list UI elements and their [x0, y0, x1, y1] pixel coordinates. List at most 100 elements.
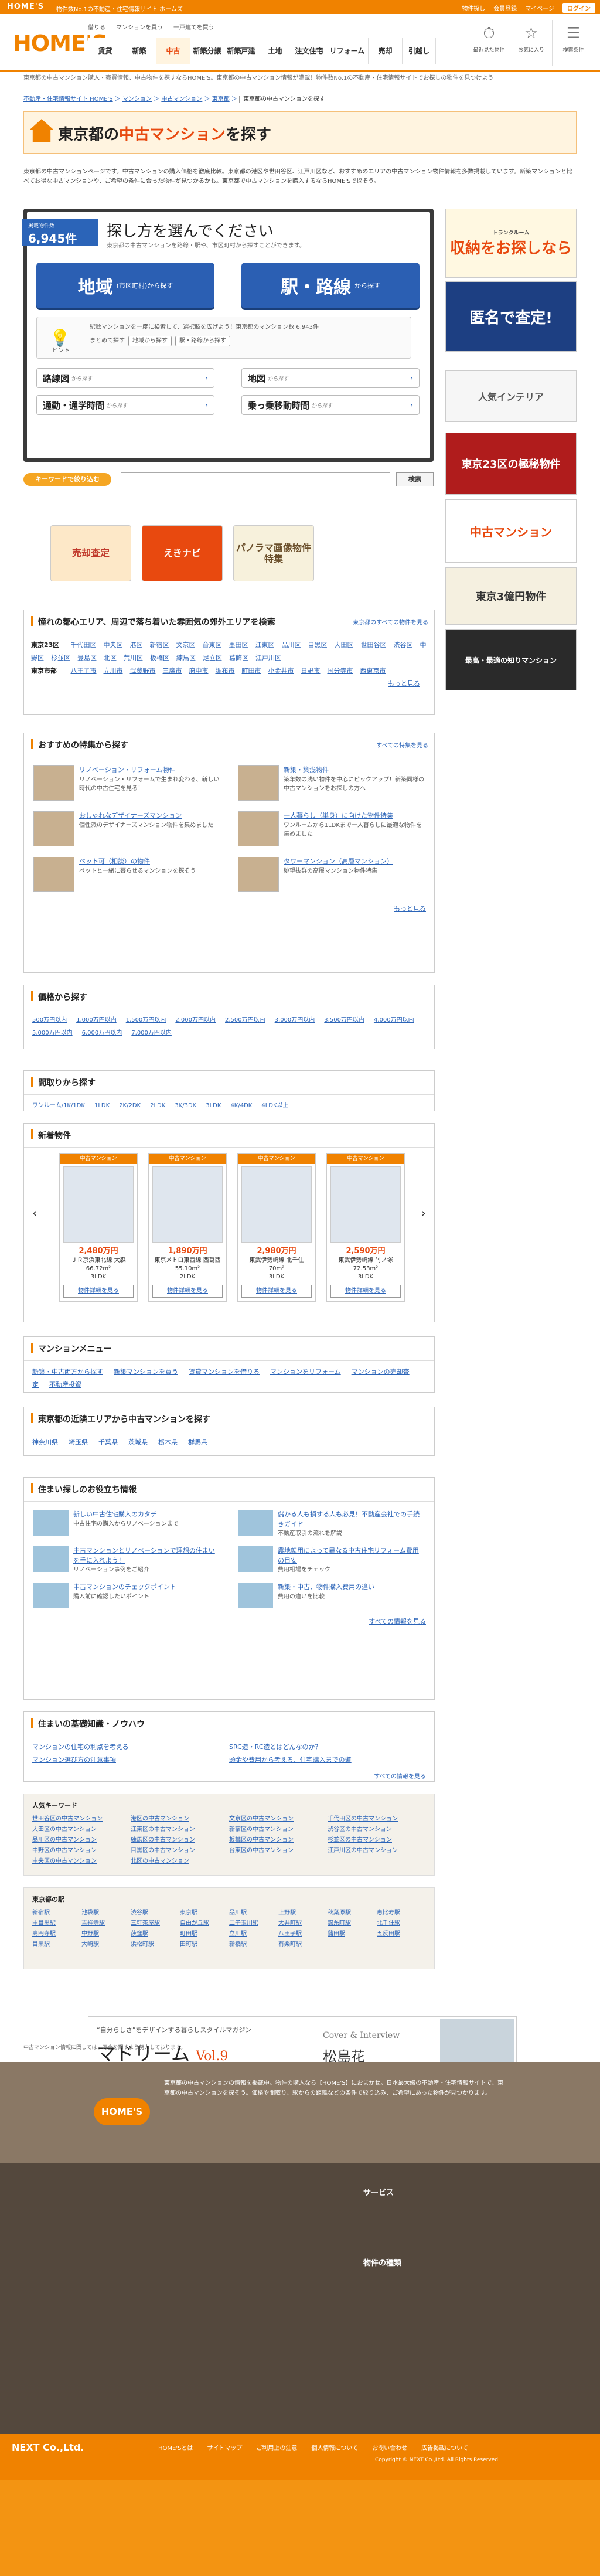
feature-title[interactable]: タワーマンション（高層マンション） — [284, 857, 393, 867]
station-link[interactable]: 品川駅 — [229, 1908, 268, 1918]
keyword-search-button[interactable]: 検索 — [396, 472, 434, 486]
nav-land[interactable]: 土地 — [258, 38, 292, 64]
property-card[interactable]: 中古マンション 2,980万円 東武伊勢崎線 北千住 70m² 3LDK 物件詳細を見る — [237, 1153, 316, 1302]
saved-search-button[interactable]: ☰ 検索条件 — [552, 20, 594, 66]
info-item[interactable]: 新しい中古住宅購入のカタチ 中古住宅の購入からリノベーションまで — [33, 1510, 220, 1538]
area-link[interactable]: 江戸川区 — [255, 654, 281, 662]
keyword-link[interactable]: 北区の中古マンション — [131, 1856, 219, 1867]
keyword-input[interactable] — [121, 472, 390, 486]
area-link[interactable]: 中央区 — [104, 641, 123, 649]
feature-item[interactable]: おしゃれなデザイナーズマンション 個性派のデザイナーズマンション物件を集めました — [33, 811, 220, 850]
madori-link[interactable]: 4LDK以上 — [261, 1102, 288, 1109]
area-link[interactable]: 渋谷区 — [394, 641, 413, 649]
nav-new-house[interactable]: 新築戸建 — [224, 38, 258, 64]
madori-link[interactable]: 3K/3DK — [175, 1102, 196, 1109]
area-link[interactable]: 八王子市 — [71, 667, 97, 675]
feature-more-link[interactable]: すべての特集を見る — [376, 740, 428, 749]
useful-more-link[interactable]: すべての情報を見る — [369, 1618, 426, 1625]
station-link[interactable]: 五反田駅 — [377, 1929, 415, 1939]
area-link[interactable]: 豊島区 — [77, 654, 97, 662]
side-banner-23ku[interactable]: 東京23区の極秘物件 — [445, 433, 577, 495]
price-link[interactable]: 2,000万円以内 — [175, 1017, 216, 1023]
feature-item[interactable]: リノベーション・リフォーム物件 リノベーション・リフォームで生まれ変わる、新しい時… — [33, 765, 220, 804]
nearby-link[interactable]: 栃木県 — [158, 1438, 178, 1446]
info-item[interactable]: 中古マンションのチェックポイント 購入前に確認したいポイント — [33, 1583, 220, 1608]
feature-title[interactable]: 一人暮らし（単身）に向けた物件特集 — [284, 811, 425, 821]
station-link[interactable]: 荻窪駅 — [131, 1929, 169, 1939]
area-link[interactable]: 千代田区 — [71, 641, 97, 649]
area-link[interactable]: 調布市 — [216, 667, 235, 675]
breadcrumb-item[interactable]: マンション — [122, 96, 152, 103]
keyword-link[interactable]: 品川区の中古マンション — [32, 1835, 120, 1846]
area-link[interactable]: 北区 — [104, 654, 117, 662]
menu-link[interactable]: 賃貸マンションを借りる — [189, 1368, 260, 1376]
banner-panorama[interactable]: パノラマ画像物件特集 — [233, 525, 314, 581]
area-link[interactable]: 新宿区 — [150, 641, 169, 649]
keyword-link[interactable]: 世田谷区の中古マンション — [32, 1814, 120, 1825]
area-link[interactable]: 小金井市 — [268, 667, 294, 675]
area-link[interactable]: 立川市 — [104, 667, 123, 675]
area-link[interactable]: 練馬区 — [176, 654, 196, 662]
area-more-button[interactable]: もっと見る — [388, 680, 420, 688]
station-link[interactable]: 町田駅 — [180, 1929, 219, 1939]
search-by-route-map[interactable]: 路線図 から探す › — [36, 368, 214, 388]
feature-title[interactable]: リノベーション・リフォーム物件 — [79, 765, 220, 775]
property-detail-button[interactable]: 物件詳細を見る — [241, 1284, 312, 1298]
feature-title[interactable]: おしゃれなデザイナーズマンション — [79, 811, 213, 821]
station-link[interactable]: 上野駅 — [278, 1908, 317, 1918]
madori-link[interactable]: ワンルーム/1K/1DK — [32, 1102, 85, 1109]
keyword-link[interactable]: 杉並区の中古マンション — [328, 1835, 415, 1846]
area-link[interactable]: 大田区 — [335, 641, 354, 649]
station-link[interactable]: 八王子駅 — [278, 1929, 317, 1939]
feature-item[interactable]: 新築・築浅物件 築年数の浅い物件を中心にピックアップ！新築同様の中古マンションをお… — [238, 765, 425, 804]
feature-more-button[interactable]: もっと見る — [394, 905, 426, 913]
property-detail-button[interactable]: 物件詳細を見る — [63, 1284, 134, 1298]
nav-sell[interactable]: 売却 — [368, 38, 402, 64]
area-link[interactable]: 国分寺市 — [328, 667, 353, 675]
knowhow-link[interactable]: SRC造・RC造とはどんなのか？ — [229, 1741, 415, 1754]
station-link[interactable]: 浜松町駅 — [131, 1939, 169, 1950]
station-link[interactable]: 東京駅 — [180, 1908, 219, 1918]
nav-reform[interactable]: リフォーム — [326, 38, 368, 64]
nearby-link[interactable]: 埼玉県 — [69, 1438, 88, 1446]
keyword-link[interactable]: 目黒区の中古マンション — [131, 1846, 219, 1856]
feature-title[interactable]: ペット可（相談）の物件 — [79, 857, 196, 867]
search-by-area-button[interactable]: 地域 (市区町村)から探す — [36, 263, 214, 308]
keyword-link[interactable]: 中央区の中古マンション — [32, 1856, 120, 1867]
search-by-station-button[interactable]: 駅・路線 から探す — [241, 263, 420, 308]
banner-sell-assessment[interactable]: 売却査定 — [50, 525, 131, 581]
footer-bottom-link[interactable]: 広告掲載について — [421, 2443, 468, 2452]
search-by-map[interactable]: 地図 から探す › — [241, 368, 420, 388]
nav-used[interactable]: 中古 — [156, 38, 190, 64]
price-link[interactable]: 3,500万円以内 — [324, 1017, 364, 1023]
topbar-link-register[interactable]: 会員登録 — [493, 4, 517, 12]
station-link[interactable]: 大崎駅 — [81, 1939, 120, 1950]
area-link[interactable]: 葛飾区 — [229, 654, 248, 662]
info-item[interactable]: 新築・中古、物件購入費用の違い 費用の違いを比較 — [238, 1583, 425, 1608]
area-link[interactable]: 杉並区 — [51, 654, 70, 662]
footer-bottom-link[interactable]: HOME'Sとは — [158, 2443, 193, 2452]
property-card[interactable]: 中古マンション 1,890万円 東京メトロ東西線 西葛西 55.10m² 2LDK 物件詳… — [148, 1153, 227, 1302]
menu-link[interactable]: 新築マンションを買う — [114, 1368, 178, 1376]
side-banner-used-mansion[interactable]: 中古マンション — [445, 499, 577, 563]
keyword-link[interactable]: 新宿区の中古マンション — [229, 1825, 317, 1835]
price-link[interactable]: 500万円以内 — [32, 1017, 67, 1023]
info-title[interactable]: 新築・中古、物件購入費用の違い — [278, 1583, 374, 1592]
area-link[interactable]: 武蔵野市 — [130, 667, 156, 675]
header-cat-rent[interactable]: 借りる — [88, 22, 105, 31]
menu-link[interactable]: マンションをリフォーム — [270, 1368, 341, 1376]
keyword-link[interactable]: 江戸川区の中古マンション — [328, 1846, 415, 1856]
nav-new-bunjo[interactable]: 新築分譲 — [190, 38, 224, 64]
menu-link[interactable]: 新築・中古両方から探す — [32, 1368, 103, 1376]
station-link[interactable]: 二子玉川駅 — [229, 1918, 268, 1929]
station-link[interactable]: 吉祥寺駅 — [81, 1918, 120, 1929]
keyword-link[interactable]: 港区の中古マンション — [131, 1814, 219, 1825]
madori-link[interactable]: 2LDK — [150, 1102, 165, 1109]
keyword-link[interactable]: 中野区の中古マンション — [32, 1846, 120, 1856]
property-detail-button[interactable]: 物件詳細を見る — [152, 1284, 223, 1298]
price-link[interactable]: 1,500万円以内 — [126, 1017, 166, 1023]
banner-eki-navi[interactable]: えきナビ — [142, 525, 223, 581]
info-item[interactable]: 中古マンションとリノベーションで理想の住まいを手に入れよう！ リノベーション事例を… — [33, 1546, 220, 1574]
price-link[interactable]: 4,000万円以内 — [374, 1017, 414, 1023]
nearby-link[interactable]: 神奈川県 — [32, 1438, 58, 1446]
